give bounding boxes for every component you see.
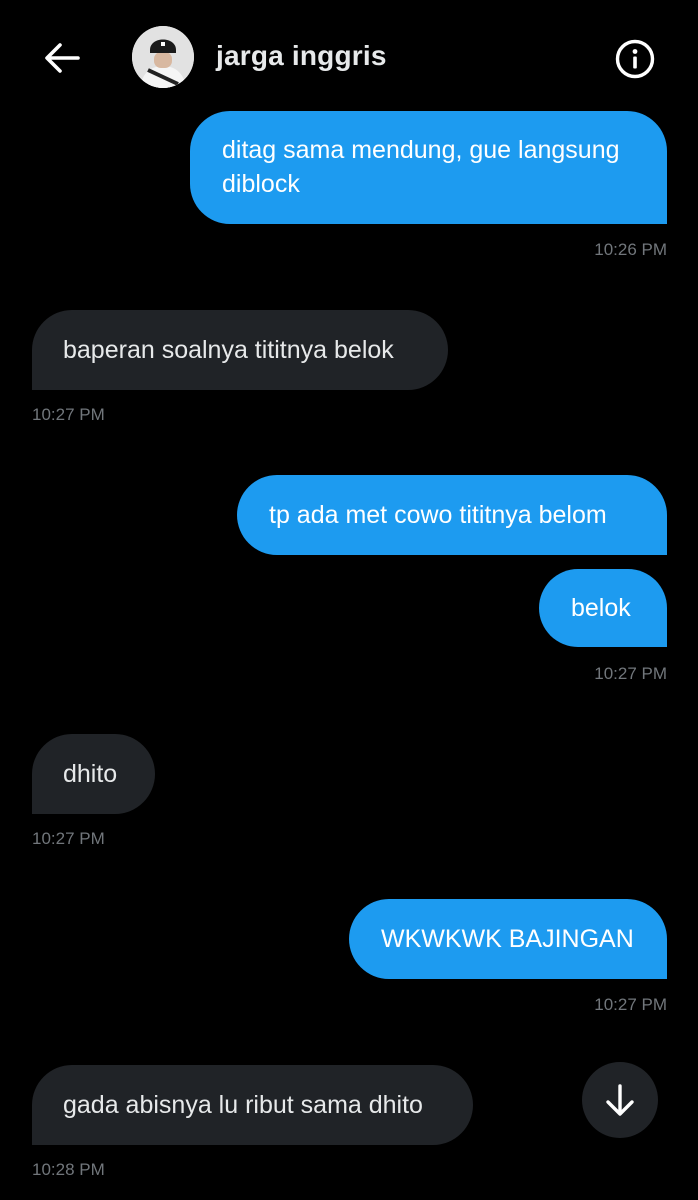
info-button[interactable] [612, 36, 658, 82]
arrow-left-icon [45, 43, 80, 73]
back-button[interactable] [40, 36, 84, 80]
message-text: baperan soalnya tititnya belok [63, 336, 394, 364]
message-text: dhito [63, 760, 118, 788]
message-bubble-sent[interactable]: belok [539, 569, 667, 647]
message-bubble-sent[interactable]: ditag sama mendung, gue langsung diblock [190, 111, 667, 224]
message-text: WKWKWK BAJINGAN [381, 925, 634, 953]
message-timestamp: 10:26 PM [594, 240, 667, 259]
message-timestamp: 10:27 PM [594, 664, 667, 683]
contact-name[interactable]: jarga inggris [216, 40, 387, 72]
message-text: belok [571, 594, 631, 622]
message-timestamp: 10:28 PM [32, 1160, 105, 1179]
message-text: ditag sama mendung, gue langsung diblock [222, 136, 620, 198]
message-bubble-received[interactable]: baperan soalnya tititnya belok [32, 310, 448, 390]
arrow-down-icon [606, 1084, 634, 1116]
message-bubble-received[interactable]: gada abisnya lu ribut sama dhito [32, 1065, 473, 1145]
message-timestamp: 10:27 PM [32, 405, 105, 424]
profile-photo [132, 26, 194, 88]
avatar[interactable] [132, 26, 194, 88]
scroll-to-bottom-button[interactable] [582, 1062, 658, 1138]
message-timestamp: 10:27 PM [32, 829, 105, 848]
message-text: tp ada met cowo tititnya belom [269, 501, 607, 529]
message-bubble-received[interactable]: dhito [32, 734, 155, 814]
message-text: gada abisnya lu ribut sama dhito [63, 1091, 423, 1119]
info-circle-icon [615, 39, 655, 79]
conversation-header: jarga inggris [0, 0, 698, 112]
message-timestamp: 10:27 PM [594, 995, 667, 1014]
message-bubble-sent[interactable]: WKWKWK BAJINGAN [349, 899, 667, 979]
message-bubble-sent[interactable]: tp ada met cowo tititnya belom [237, 475, 667, 555]
